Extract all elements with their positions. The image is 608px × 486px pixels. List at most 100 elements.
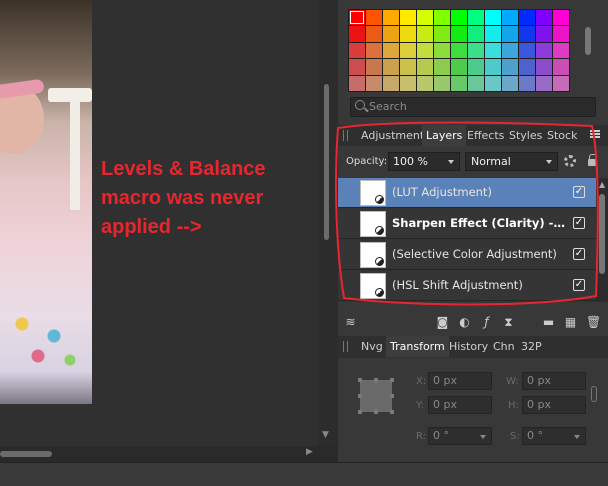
color-swatch[interactable] bbox=[485, 10, 501, 26]
color-swatch[interactable] bbox=[536, 59, 552, 75]
rotation-field[interactable]: 0 ° bbox=[428, 427, 492, 445]
opacity-dropdown[interactable]: 100 % bbox=[388, 152, 460, 171]
color-swatch[interactable] bbox=[400, 75, 416, 91]
color-swatch[interactable] bbox=[434, 26, 450, 42]
color-swatch[interactable] bbox=[553, 26, 569, 42]
color-swatch[interactable] bbox=[502, 75, 518, 91]
color-swatch[interactable] bbox=[434, 10, 450, 26]
color-swatch[interactable] bbox=[451, 59, 467, 75]
canvas-vscroll-thumb[interactable] bbox=[324, 84, 329, 240]
tab-history[interactable]: History bbox=[445, 336, 492, 357]
color-swatch[interactable] bbox=[536, 75, 552, 91]
scroll-up-arrow-icon[interactable]: ▲ bbox=[599, 180, 605, 189]
layer-visibility-checkbox[interactable]: ✓ bbox=[573, 248, 585, 260]
canvas-horizontal-scrollbar[interactable]: ▶ bbox=[0, 446, 318, 462]
tab-styles[interactable]: Styles bbox=[505, 125, 546, 146]
swatches-search-input[interactable]: Search bbox=[350, 97, 596, 117]
scroll-down-arrow-icon[interactable]: ▼ bbox=[322, 430, 329, 440]
color-swatch[interactable] bbox=[519, 26, 535, 42]
layer-visibility-checkbox[interactable]: ✓ bbox=[573, 279, 585, 291]
color-swatch[interactable] bbox=[349, 59, 365, 75]
color-swatch[interactable] bbox=[502, 10, 518, 26]
color-swatch[interactable] bbox=[349, 26, 365, 42]
y-field[interactable]: 0 px bbox=[428, 396, 492, 414]
swatches-scrollbar[interactable] bbox=[584, 9, 592, 92]
layer-row[interactable]: (Selective Color Adjustment) ✓ bbox=[338, 240, 596, 270]
shear-field[interactable]: 0 ° bbox=[522, 427, 586, 445]
color-swatch[interactable] bbox=[417, 42, 433, 59]
tab-effects[interactable]: Effects bbox=[463, 125, 508, 146]
color-swatch[interactable] bbox=[349, 10, 365, 26]
color-swatch[interactable] bbox=[519, 75, 535, 91]
color-swatch[interactable] bbox=[349, 42, 365, 59]
h-field[interactable]: 0 px bbox=[522, 396, 586, 414]
color-swatch[interactable] bbox=[468, 26, 484, 42]
color-swatch[interactable] bbox=[519, 10, 535, 26]
tab-transform[interactable]: Transform bbox=[386, 336, 449, 357]
tab-navigator[interactable]: Nvg bbox=[357, 336, 387, 357]
lock-icon[interactable] bbox=[588, 154, 597, 166]
layer-row[interactable]: Sharpen Effect (Clarity) - Ha... ✓ bbox=[338, 209, 596, 239]
color-swatch[interactable] bbox=[536, 10, 552, 26]
layers-stack-icon[interactable]: ≋ bbox=[344, 316, 357, 329]
color-swatch[interactable] bbox=[519, 42, 535, 59]
color-swatch[interactable] bbox=[468, 42, 484, 59]
color-swatch[interactable] bbox=[366, 42, 382, 59]
color-swatch[interactable] bbox=[383, 42, 399, 59]
color-swatch[interactable] bbox=[400, 10, 416, 26]
color-swatch[interactable] bbox=[485, 59, 501, 75]
fx-icon[interactable]: ƒ bbox=[480, 316, 493, 329]
x-field[interactable]: 0 px bbox=[428, 372, 492, 390]
tab-32p[interactable]: 32P bbox=[517, 336, 546, 357]
add-group-icon[interactable]: ▦ bbox=[564, 316, 577, 329]
layer-visibility-checkbox[interactable]: ✓ bbox=[573, 217, 585, 229]
color-swatch[interactable] bbox=[468, 59, 484, 75]
color-swatch[interactable] bbox=[451, 26, 467, 42]
anchor-selector[interactable] bbox=[358, 378, 394, 414]
color-swatch[interactable] bbox=[468, 75, 484, 91]
color-swatch[interactable] bbox=[434, 75, 450, 91]
color-swatch[interactable] bbox=[553, 75, 569, 91]
color-swatch[interactable] bbox=[485, 26, 501, 42]
color-swatch[interactable] bbox=[451, 75, 467, 91]
layer-row[interactable]: (HSL Shift Adjustment) ✓ bbox=[338, 271, 596, 301]
color-swatch[interactable] bbox=[366, 59, 382, 75]
tab-layers[interactable]: Layers bbox=[422, 125, 467, 146]
color-swatch[interactable] bbox=[349, 75, 365, 91]
color-swatch[interactable] bbox=[366, 10, 382, 26]
gear-icon[interactable] bbox=[564, 155, 576, 167]
color-swatch[interactable] bbox=[519, 59, 535, 75]
color-swatch[interactable] bbox=[383, 10, 399, 26]
tab-stock[interactable]: Stock bbox=[543, 125, 581, 146]
color-swatch[interactable] bbox=[451, 42, 467, 59]
color-swatch[interactable] bbox=[366, 26, 382, 42]
color-swatch[interactable] bbox=[468, 10, 484, 26]
swatches-scroll-thumb[interactable] bbox=[585, 27, 591, 55]
color-swatch[interactable] bbox=[553, 42, 569, 59]
add-pixel-layer-icon[interactable]: ▬ bbox=[542, 316, 555, 329]
color-swatch[interactable] bbox=[400, 26, 416, 42]
color-swatch[interactable] bbox=[383, 26, 399, 42]
panel-menu-icon[interactable] bbox=[590, 130, 600, 138]
color-swatch[interactable] bbox=[366, 75, 382, 91]
color-swatch[interactable] bbox=[536, 42, 552, 59]
layers-scroll-thumb[interactable] bbox=[599, 194, 605, 274]
layer-row[interactable]: (LUT Adjustment) ✓ bbox=[338, 178, 596, 208]
canvas-hscroll-thumb[interactable] bbox=[0, 451, 52, 457]
scroll-right-arrow-icon[interactable]: ▶ bbox=[306, 447, 313, 457]
tab-channels[interactable]: Chn bbox=[489, 336, 519, 357]
color-swatch[interactable] bbox=[553, 59, 569, 75]
color-swatch[interactable] bbox=[451, 10, 467, 26]
mask-icon[interactable]: ◙ bbox=[436, 316, 449, 329]
color-swatch[interactable] bbox=[383, 59, 399, 75]
color-swatch[interactable] bbox=[485, 42, 501, 59]
layers-scrollbar[interactable]: ▲ bbox=[596, 178, 608, 302]
color-swatch[interactable] bbox=[400, 42, 416, 59]
document-canvas[interactable]: Levels & Balance macro was never applied… bbox=[0, 0, 318, 446]
color-swatch[interactable] bbox=[502, 26, 518, 42]
color-swatch[interactable] bbox=[485, 75, 501, 91]
w-field[interactable]: 0 px bbox=[522, 372, 586, 390]
blend-mode-dropdown[interactable]: Normal bbox=[465, 152, 558, 171]
color-swatch[interactable] bbox=[434, 42, 450, 59]
color-swatch[interactable] bbox=[417, 59, 433, 75]
